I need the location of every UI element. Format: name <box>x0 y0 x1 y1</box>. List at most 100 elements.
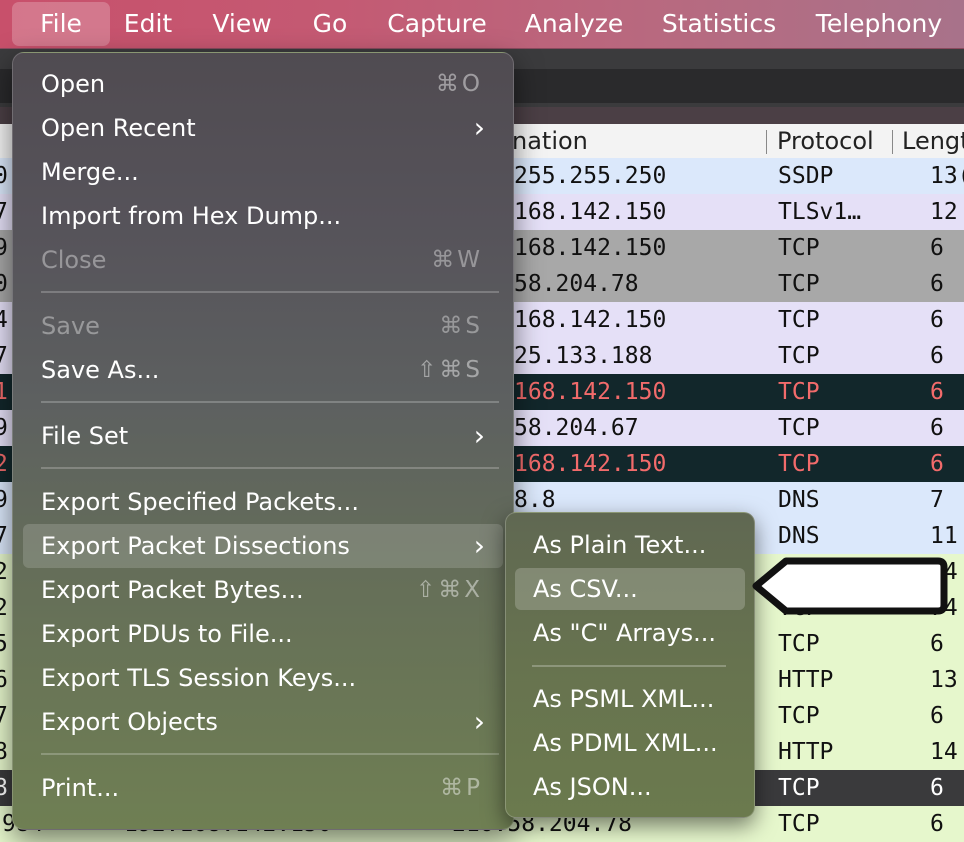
chevron-right-icon: › <box>473 419 485 452</box>
cell-length: 12 <box>930 199 958 225</box>
submenu-item-psml[interactable]: As PSML XML... <box>515 678 745 720</box>
submenu-item-json[interactable]: As JSON... <box>515 766 745 808</box>
menu-item-label: Export TLS Session Keys... <box>41 664 357 692</box>
menu-item-label: As "C" Arrays... <box>533 619 717 647</box>
cell-protocol: HTTP <box>778 667 834 693</box>
menu-item-label: Print... <box>41 774 120 802</box>
menu-item-export-tls[interactable]: Export TLS Session Keys... <box>23 656 503 700</box>
menubar-view[interactable]: View <box>206 0 278 48</box>
menubar-telephony[interactable]: Telephony <box>812 0 946 48</box>
menu-divider <box>41 467 499 469</box>
cell-protocol: TLSv1… <box>778 199 862 225</box>
chevron-right-icon: › <box>473 111 485 144</box>
menubar-analyze[interactable]: Analyze <box>520 0 628 48</box>
cell-number: 8 <box>0 775 8 801</box>
cell-number: 1 <box>0 379 8 405</box>
shortcut-label: ⇧⌘S <box>417 357 483 383</box>
menu-item-label: Open Recent <box>41 114 196 142</box>
menu-item-import-hex[interactable]: Import from Hex Dump... <box>23 194 503 238</box>
chevron-right-icon: › <box>473 529 485 562</box>
cell-number: 2 <box>0 451 8 477</box>
shortcut-label: ⌘S <box>439 313 483 339</box>
shortcut-label: ⌘O <box>435 71 483 97</box>
cell-length: 11 <box>930 523 958 549</box>
cell-number: 2 <box>0 559 8 585</box>
cell-number: 0 <box>0 271 8 297</box>
menu-item-export-specified[interactable]: Export Specified Packets... <box>23 480 503 524</box>
cell-protocol: DNS <box>778 523 820 549</box>
menu-item-label: Export Specified Packets... <box>41 488 359 516</box>
cell-length: 6 <box>930 775 944 801</box>
cell-destination: 168.142.150 <box>514 307 667 333</box>
column-protocol[interactable]: Protocol <box>777 124 874 158</box>
cell-protocol: TCP <box>778 811 820 837</box>
cell-destination: 168.142.150 <box>514 199 667 225</box>
menubar-file[interactable]: File <box>12 2 110 46</box>
menu-item-label: Close <box>41 246 107 274</box>
menu-item-label: As PSML XML... <box>533 685 715 713</box>
menu-item-export-pdus[interactable]: Export PDUs to File... <box>23 612 503 656</box>
cell-length: 7 <box>930 487 944 513</box>
menu-item-export-dissections[interactable]: Export Packet Dissections › <box>23 524 503 568</box>
cell-length: 6 <box>930 415 944 441</box>
menu-divider <box>41 401 499 403</box>
menu-item-file-set[interactable]: File Set › <box>23 414 503 458</box>
cell-protocol: TCP <box>778 415 820 441</box>
cell-protocol: TCP <box>778 343 820 369</box>
cell-number: 7 <box>0 199 8 225</box>
menu-item-open[interactable]: Open ⌘O <box>23 62 503 106</box>
menu-item-label: Merge... <box>41 158 139 186</box>
export-dissections-submenu: As Plain Text... As CSV... As "C" Arrays… <box>505 512 755 818</box>
submenu-item-csv[interactable]: As CSV... <box>515 568 745 610</box>
menu-item-label: Export Packet Bytes... <box>41 576 304 604</box>
callout-arrow-icon <box>752 557 948 615</box>
cell-length: 6 <box>930 271 944 297</box>
cell-protocol: DNS <box>778 487 820 513</box>
cell-length: 13( <box>930 163 964 189</box>
cell-protocol: SSDP <box>778 163 834 189</box>
shortcut-label: ⌘W <box>431 247 483 273</box>
shortcut-label: ⇧⌘X <box>415 577 483 603</box>
cell-length: 6 <box>930 343 944 369</box>
cell-number: 9 <box>0 415 8 441</box>
shortcut-label: ⌘P <box>440 775 483 801</box>
submenu-item-plain-text[interactable]: As Plain Text... <box>515 524 745 566</box>
cell-number: 8 <box>0 739 8 765</box>
menu-item-label: Import from Hex Dump... <box>41 202 342 230</box>
column-length[interactable]: Lengt <box>902 124 964 158</box>
cell-destination: 168.142.150 <box>514 235 667 261</box>
cell-destination: 255.255.250 <box>514 163 667 189</box>
cell-length: 6 <box>930 703 944 729</box>
cell-destination: 168.142.150 <box>514 451 667 477</box>
menu-item-label: Open <box>41 70 106 98</box>
menu-item-label: Save As... <box>41 356 160 384</box>
cell-length: 6 <box>930 307 944 333</box>
cell-length: 13 <box>930 667 958 693</box>
menu-divider <box>41 753 499 755</box>
menubar-edit[interactable]: Edit <box>116 0 180 48</box>
menu-item-export-bytes[interactable]: Export Packet Bytes... ⇧⌘X <box>23 568 503 612</box>
menu-item-save-as[interactable]: Save As... ⇧⌘S <box>23 348 503 392</box>
cell-number: 4 <box>0 307 8 333</box>
chevron-right-icon: › <box>473 705 485 738</box>
menu-item-export-objects[interactable]: Export Objects › <box>23 700 503 744</box>
menu-item-print[interactable]: Print... ⌘P <box>23 766 503 810</box>
menu-divider <box>532 665 726 667</box>
submenu-item-pdml[interactable]: As PDML XML... <box>515 722 745 764</box>
menu-item-merge[interactable]: Merge... <box>23 150 503 194</box>
cell-protocol: HTTP <box>778 739 834 765</box>
menu-item-save: Save ⌘S <box>23 304 503 348</box>
menubar-statistics[interactable]: Statistics <box>658 0 780 48</box>
cell-length: 6 <box>930 451 944 477</box>
menubar-capture[interactable]: Capture <box>383 0 491 48</box>
cell-number: 0 <box>0 163 8 189</box>
cell-length: 14 <box>930 739 958 765</box>
column-destination[interactable]: nation <box>512 124 588 158</box>
menu-item-open-recent[interactable]: Open Recent › <box>23 106 503 150</box>
cell-destination: 58.204.67 <box>514 415 639 441</box>
cell-protocol: TCP <box>778 631 820 657</box>
menu-item-close: Close ⌘W <box>23 238 503 282</box>
submenu-item-c-arrays[interactable]: As "C" Arrays... <box>515 612 745 654</box>
menubar-go[interactable]: Go <box>308 0 352 48</box>
cell-number: 7 <box>0 343 8 369</box>
